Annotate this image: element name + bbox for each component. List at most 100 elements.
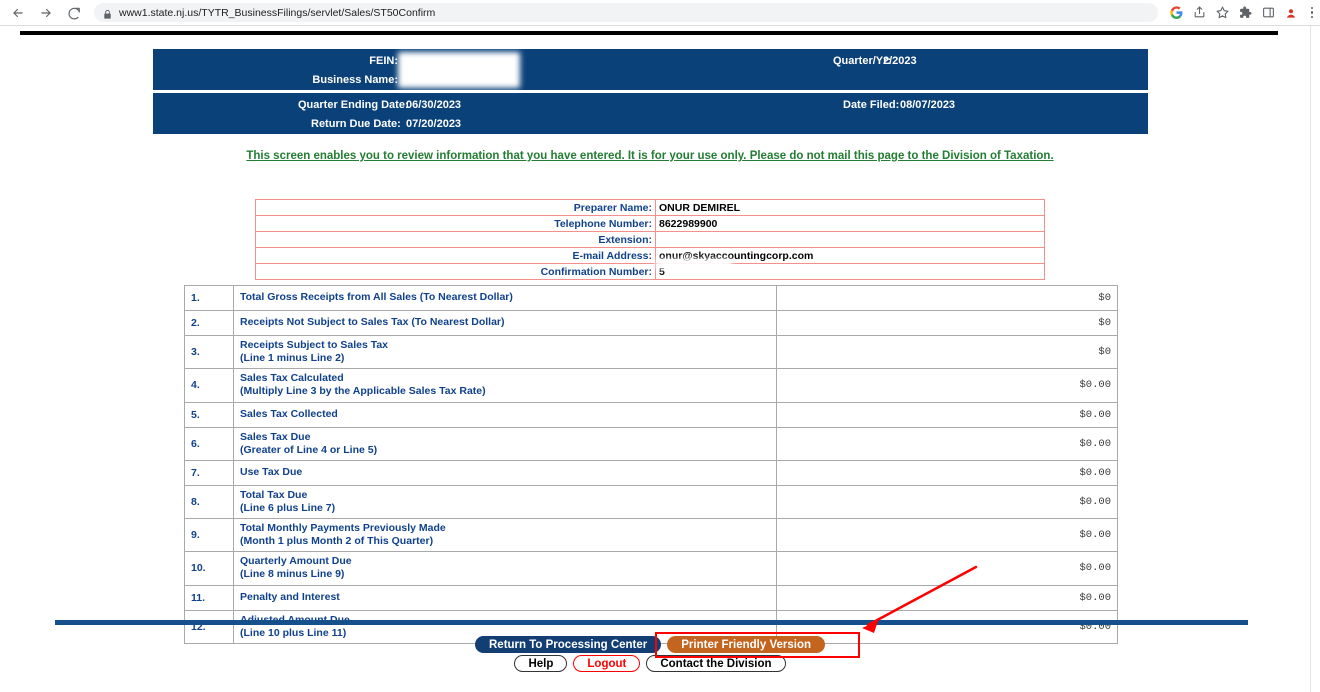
sales-tax-amounts-table: 1. Total Gross Receipts from All Sales (T… — [184, 285, 1118, 644]
help-button[interactable]: Help — [514, 655, 568, 672]
line-number: 8. — [184, 484, 234, 520]
table-row: 3. Receipts Subject to Sales Tax (Line 1 m… — [184, 334, 1118, 370]
line-number: 10. — [184, 551, 234, 586]
extension-label: Extension: — [255, 231, 656, 248]
preparer-info-table: Preparer Name: ONUR DEMIREL Telephone Nu… — [255, 199, 1045, 280]
printer-friendly-version-button[interactable]: Printer Friendly Version — [667, 636, 825, 653]
line-number: 6. — [184, 426, 234, 461]
redaction-overlay-confirmation — [656, 259, 732, 269]
line-description-main: Sales Tax Collected — [240, 407, 338, 420]
line-number: 2. — [184, 310, 234, 336]
line-description: Sales Tax Due (Greater of Line 4 or Line … — [233, 426, 777, 461]
line-amount: $0.00 — [776, 401, 1118, 428]
line-amount: $0 — [776, 310, 1118, 336]
back-arrow-icon[interactable] — [4, 1, 32, 25]
line-description: Total Tax Due (Line 6 plus Line 7) — [233, 484, 777, 520]
quarter-ending-label: Quarter Ending Date: — [298, 99, 409, 111]
line-description: Penalty and Interest — [233, 584, 777, 611]
quarter-yr-value: 2/2023 — [883, 55, 917, 67]
line-description-main: Receipts Subject to Sales Tax — [240, 339, 389, 351]
line-number: 3. — [184, 334, 234, 370]
lock-icon — [102, 7, 113, 19]
page-root: www1.state.nj.us/TYTR_BusinessFilings/se… — [0, 0, 1320, 692]
date-filed-label: Date Filed: — [843, 99, 900, 111]
contact-the-division-button[interactable]: Contact the Division — [646, 655, 786, 672]
header-block-identity: FEIN: Business Name: Quarter/Yr: 2/2023 — [153, 49, 1148, 90]
line-description-sub: (Month 1 plus Month 2 of This Quarter) — [240, 535, 434, 548]
line-number: 11. — [184, 584, 234, 611]
logout-button[interactable]: Logout — [573, 655, 641, 672]
table-row: Telephone Number: 8622989900 — [255, 215, 1045, 232]
business-name-label: Business Name: — [312, 74, 398, 86]
bookmark-star-icon[interactable] — [1212, 3, 1232, 23]
date-filed-value: 08/07/2023 — [900, 99, 956, 111]
preparer-name-value: ONUR DEMIREL — [655, 199, 1045, 216]
return-due-label: Return Due Date: — [311, 118, 401, 130]
table-row: 9. Total Monthly Payments Previously Made… — [184, 517, 1118, 553]
line-description-main: Total Gross Receipts from All Sales (To … — [240, 291, 513, 304]
address-bar[interactable]: www1.state.nj.us/TYTR_BusinessFilings/se… — [94, 3, 1158, 22]
line-number: 4. — [184, 368, 234, 403]
line-description: Quarterly Amount Due (Line 8 minus Line 9… — [233, 551, 777, 586]
fein-label: FEIN: — [369, 55, 398, 67]
review-notice-text: This screen enables you to review inform… — [246, 150, 1054, 162]
browser-nav-buttons — [0, 1, 88, 25]
extensions-puzzle-icon[interactable] — [1235, 3, 1255, 23]
google-account-icon[interactable] — [1166, 3, 1186, 23]
table-row: E-mail Address: onur@skyaccountingcorp.c… — [255, 247, 1045, 264]
line-description-sub: (Line 6 plus Line 7) — [240, 501, 336, 514]
profile-avatar-icon[interactable] — [1281, 3, 1301, 23]
secondary-button-row: Help Logout Contact the Division — [0, 655, 1300, 672]
redaction-overlay-identity — [398, 52, 520, 88]
bottom-blue-rule — [55, 620, 1248, 625]
reload-icon[interactable] — [60, 1, 88, 25]
url-text: www1.state.nj.us/TYTR_BusinessFilings/se… — [119, 6, 436, 19]
side-panel-icon[interactable] — [1258, 3, 1278, 23]
return-to-processing-center-button[interactable]: Return To Processing Center — [475, 636, 662, 653]
line-description: Sales Tax Collected — [233, 401, 777, 428]
table-row: 10. Quarterly Amount Due (Line 8 minus Lin… — [184, 551, 1118, 586]
line-description-main: Sales Tax Due — [240, 430, 311, 443]
line-number: 9. — [184, 517, 234, 553]
line-amount: $0.00 — [776, 551, 1118, 586]
browser-toolbar: www1.state.nj.us/TYTR_BusinessFilings/se… — [0, 0, 1320, 25]
line-description-main: Total Tax Due — [240, 488, 308, 501]
table-row: Preparer Name: ONUR DEMIREL — [255, 199, 1045, 216]
confirmation-number-label: Confirmation Number: — [255, 263, 656, 280]
table-row: Extension: — [255, 231, 1045, 248]
table-row: Confirmation Number: 5 — [255, 263, 1045, 280]
line-description: Sales Tax Calculated (Multiply Line 3 by … — [233, 368, 777, 403]
line-description: Total Monthly Payments Previously Made (M… — [233, 517, 777, 553]
three-dot-menu-icon[interactable] — [1304, 3, 1320, 23]
return-due-value: 07/20/2023 — [406, 118, 462, 130]
page-right-edge — [1310, 26, 1311, 692]
browser-tool-icons — [1166, 3, 1320, 23]
line-number: 7. — [184, 459, 234, 486]
line-description-sub: (Multiply Line 3 by the Applicable Sales… — [240, 385, 486, 398]
line-amount: $0 — [776, 285, 1118, 311]
line-amount: $0.00 — [776, 484, 1118, 520]
line-description: Total Gross Receipts from All Sales (To … — [233, 285, 777, 311]
line-description-sub: (Line 8 minus Line 9) — [240, 568, 345, 581]
quarter-ending-value: 06/30/2023 — [406, 99, 462, 111]
line-description-main: Use Tax Due — [240, 466, 303, 479]
table-row: 1. Total Gross Receipts from All Sales (T… — [184, 285, 1118, 311]
table-row: 11. Penalty and Interest $0.00 — [184, 584, 1118, 611]
top-black-rule — [20, 31, 1278, 35]
share-icon[interactable] — [1189, 3, 1209, 23]
line-description-sub: (Line 1 minus Line 2) — [240, 352, 345, 365]
forward-arrow-icon[interactable] — [32, 1, 60, 25]
chrome-divider — [0, 25, 1320, 26]
table-row: 5. Sales Tax Collected $0.00 — [184, 401, 1118, 428]
line-amount: $0.00 — [776, 368, 1118, 403]
line-description-main: Quarterly Amount Due — [240, 555, 352, 568]
line-amount: $0 — [776, 334, 1118, 370]
table-row: 4. Sales Tax Calculated (Multiply Line 3 b… — [184, 368, 1118, 403]
line-description-sub: (Greater of Line 4 or Line 5) — [240, 443, 378, 456]
line-amount: $0.00 — [776, 584, 1118, 611]
line-description-main: Sales Tax Calculated — [240, 372, 344, 385]
line-number: 1. — [184, 285, 234, 311]
line-description: Receipts Subject to Sales Tax (Line 1 min… — [233, 334, 777, 370]
table-row: 8. Total Tax Due (Line 6 plus Line 7) $0.00 — [184, 484, 1118, 520]
line-amount: $0.00 — [776, 517, 1118, 553]
